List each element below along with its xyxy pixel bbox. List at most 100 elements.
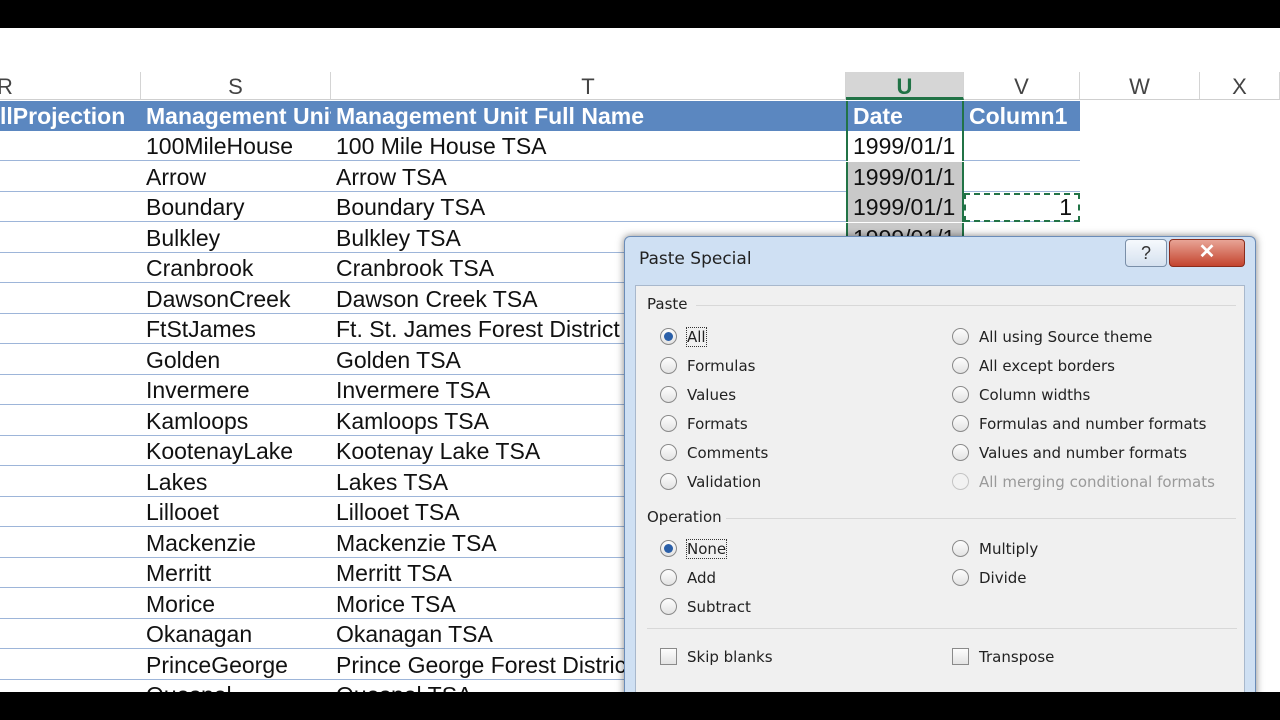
radio-button[interactable] <box>952 386 969 403</box>
table-cell-s[interactable]: FtStJames <box>141 314 331 344</box>
table-cell-s[interactable]: PrinceGeorge <box>141 650 331 680</box>
radio-button[interactable] <box>952 357 969 374</box>
table-cell-r[interactable] <box>0 192 141 222</box>
close-button[interactable]: ✕ <box>1169 239 1245 267</box>
paste-special-dialog[interactable]: Paste Special ? ✕ Paste All Formulas Value… <box>624 236 1256 708</box>
table-cell-r[interactable] <box>0 223 141 253</box>
table-cell-s[interactable]: Arrow <box>141 162 331 192</box>
radio-button[interactable] <box>952 540 969 557</box>
skip-blanks-checkbox[interactable]: Skip blanks <box>660 646 773 668</box>
radio-button[interactable] <box>660 357 677 374</box>
radio-button[interactable] <box>952 444 969 461</box>
radio-button[interactable] <box>660 473 677 490</box>
table-cell-s[interactable]: KootenayLake <box>141 436 331 466</box>
column-header-v[interactable]: V <box>964 72 1080 100</box>
table-cell-s[interactable]: Bulkley <box>141 223 331 253</box>
table-cell-r[interactable] <box>0 406 141 436</box>
table-cell-u[interactable]: 1999/01/1 <box>846 192 964 222</box>
radio-button[interactable] <box>952 328 969 345</box>
radio-comments[interactable]: Comments <box>660 442 768 464</box>
radio-button[interactable] <box>660 598 677 615</box>
table-cell-r[interactable] <box>0 375 141 405</box>
table-cell-s[interactable]: Quesnel <box>141 680 331 692</box>
column-header-s[interactable]: S <box>141 72 331 100</box>
radio-add[interactable]: Add <box>660 567 716 589</box>
header-cell-s[interactable]: Management Unit <box>141 101 331 131</box>
table-cell-r[interactable] <box>0 467 141 497</box>
radio-none[interactable]: None <box>660 538 728 560</box>
table-cell-r[interactable] <box>0 497 141 527</box>
table-cell-s[interactable]: Lakes <box>141 467 331 497</box>
table-cell-s[interactable]: Invermere <box>141 375 331 405</box>
table-cell-r[interactable] <box>0 558 141 588</box>
radio-button[interactable] <box>660 415 677 432</box>
radio-button[interactable] <box>660 569 677 586</box>
table-cell-t[interactable]: Arrow TSA <box>331 162 846 192</box>
options-divider <box>647 628 1237 629</box>
table-cell-s[interactable]: Lillooet <box>141 497 331 527</box>
table-cell-r[interactable] <box>0 253 141 283</box>
radio-all[interactable]: All <box>660 326 707 348</box>
table-cell-t[interactable]: Boundary TSA <box>331 192 846 222</box>
column-header-r[interactable]: R <box>0 72 141 100</box>
header-cell-v[interactable]: Column1 <box>964 101 1080 131</box>
radio-values-and-number-formats[interactable]: Values and number formats <box>952 442 1187 464</box>
radio-button[interactable] <box>660 540 677 557</box>
table-cell-s[interactable]: DawsonCreek <box>141 284 331 314</box>
radio-formats[interactable]: Formats <box>660 413 748 435</box>
radio-button[interactable] <box>952 569 969 586</box>
table-cell-u[interactable]: 1999/01/1 <box>846 131 964 161</box>
table-cell-r[interactable] <box>0 650 141 680</box>
table-cell-s[interactable]: Morice <box>141 589 331 619</box>
table-cell-s[interactable]: Kamloops <box>141 406 331 436</box>
column-header-t[interactable]: T <box>331 72 846 100</box>
table-cell-r[interactable] <box>0 589 141 619</box>
table-cell-s[interactable]: Merritt <box>141 558 331 588</box>
table-cell-r[interactable] <box>0 162 141 192</box>
column-header-w[interactable]: W <box>1080 72 1200 100</box>
header-cell-u[interactable]: Date <box>846 101 964 131</box>
table-cell-u[interactable]: 1999/01/1 <box>846 161 964 192</box>
table-cell-s[interactable]: Mackenzie <box>141 528 331 558</box>
radio-button[interactable] <box>660 328 677 345</box>
table-cell-r[interactable] <box>0 436 141 466</box>
radio-validation[interactable]: Validation <box>660 471 761 493</box>
radio-multiply[interactable]: Multiply <box>952 538 1038 560</box>
table-cell-s[interactable]: Golden <box>141 345 331 375</box>
radio-values[interactable]: Values <box>660 384 736 406</box>
table-cell-v[interactable] <box>964 131 1080 161</box>
radio-formulas[interactable]: Formulas <box>660 355 755 377</box>
column-header-x[interactable]: X <box>1200 72 1280 100</box>
table-cell-v[interactable] <box>964 162 1080 192</box>
header-cell-r[interactable]: llProjection <box>0 101 141 131</box>
table-cell-s[interactable]: Okanagan <box>141 619 331 649</box>
table-cell-r[interactable] <box>0 284 141 314</box>
table-cell-r[interactable] <box>0 528 141 558</box>
table-cell-r[interactable] <box>0 619 141 649</box>
table-cell-t[interactable]: 100 Mile House TSA <box>331 131 846 161</box>
table-cell-s[interactable]: 100MileHouse <box>141 131 331 161</box>
radio-button[interactable] <box>952 415 969 432</box>
table-cell-r[interactable] <box>0 680 141 692</box>
radio-label: All using Source theme <box>979 328 1153 346</box>
table-cell-r[interactable] <box>0 131 141 161</box>
radio-all-using-source-theme[interactable]: All using Source theme <box>952 326 1152 348</box>
header-cell-t[interactable]: Management Unit Full Name <box>331 101 846 131</box>
radio-column-widths[interactable]: Column widths <box>952 384 1090 406</box>
table-cell-r[interactable] <box>0 345 141 375</box>
table-cell-r[interactable] <box>0 314 141 344</box>
radio-subtract[interactable]: Subtract <box>660 596 751 618</box>
radio-formulas-and-number-formats[interactable]: Formulas and number formats <box>952 413 1206 435</box>
radio-divide[interactable]: Divide <box>952 567 1027 589</box>
radio-all-except-borders[interactable]: All except borders <box>952 355 1115 377</box>
radio-button[interactable] <box>660 386 677 403</box>
help-button[interactable]: ? <box>1125 239 1167 267</box>
transpose-checkbox[interactable]: Transpose <box>952 646 1054 668</box>
checkbox-box[interactable] <box>952 648 969 665</box>
radio-button[interactable] <box>660 444 677 461</box>
table-cell-s[interactable]: Cranbrook <box>141 253 331 283</box>
table-cell-s[interactable]: Boundary <box>141 192 331 222</box>
checkbox-box[interactable] <box>660 648 677 665</box>
column-header-u[interactable]: U <box>846 72 964 100</box>
radio-label: Column widths <box>979 386 1091 404</box>
